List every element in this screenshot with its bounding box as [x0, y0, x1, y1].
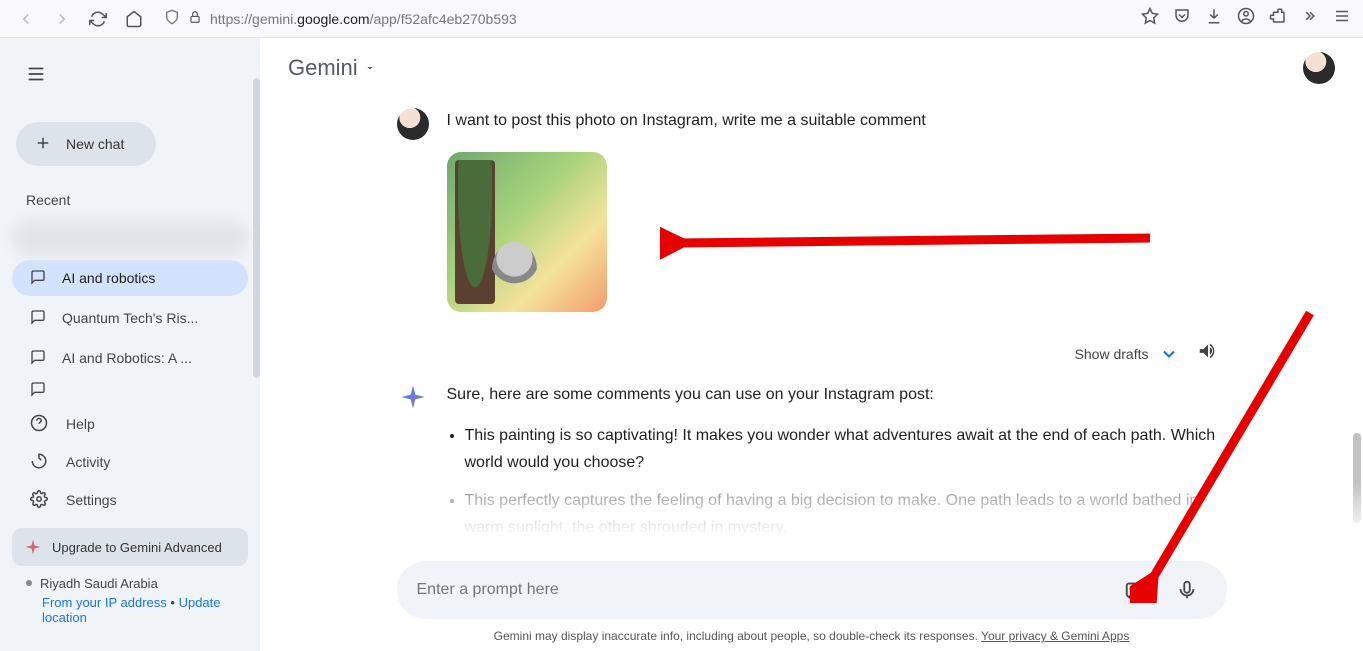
chat-item-active[interactable]: AI and robotics: [12, 260, 248, 296]
main-content: Gemini I want to post this photo on Inst…: [260, 38, 1363, 651]
location-dot-icon: [26, 580, 32, 586]
app-name-label: Gemini: [288, 55, 358, 81]
chevron-down-icon: [1159, 344, 1179, 364]
speaker-icon[interactable]: [1197, 340, 1219, 367]
chat-item-label: AI and Robotics: A ...: [62, 350, 192, 366]
new-chat-button[interactable]: New chat: [16, 122, 156, 166]
gemini-advanced-icon: [24, 538, 42, 556]
reload-button[interactable]: [84, 5, 112, 33]
pocket-icon[interactable]: [1173, 7, 1191, 30]
microphone-button[interactable]: [1167, 570, 1207, 610]
ai-intro-text: Sure, here are some comments you can use…: [447, 381, 1227, 408]
new-chat-label: New chat: [66, 136, 124, 152]
chat-icon: [30, 381, 46, 400]
recent-heading: Recent: [26, 192, 234, 208]
ai-message-content: Sure, here are some comments you can use…: [447, 381, 1227, 551]
chat-icon: [30, 269, 46, 288]
chevron-down-icon: [364, 62, 376, 74]
upload-image-button[interactable]: [1115, 570, 1155, 610]
back-button[interactable]: [12, 5, 40, 33]
chat-item-label: Quantum Tech's Ris...: [62, 310, 198, 326]
sidebar-menu-toggle[interactable]: [16, 54, 56, 94]
ai-bullet: This perfectly captures the feeling of h…: [465, 487, 1227, 541]
shield-icon: [164, 9, 180, 28]
privacy-link[interactable]: Your privacy & Gemini Apps: [981, 629, 1129, 643]
location-info: Riyadh Saudi Arabia From your IP address…: [26, 576, 234, 625]
show-drafts-button[interactable]: Show drafts: [1075, 344, 1179, 364]
browser-toolbar: https://gemini.google.com/app/f52afc4eb2…: [0, 0, 1363, 38]
upgrade-label: Upgrade to Gemini Advanced: [52, 540, 222, 555]
user-message-avatar: [397, 108, 429, 140]
address-bar[interactable]: https://gemini.google.com/app/f52afc4eb2…: [156, 9, 1133, 28]
attached-image[interactable]: [447, 152, 607, 312]
user-message-row: I want to post this photo on Instagram, …: [397, 108, 1227, 140]
lock-icon: [188, 10, 202, 27]
location-city: Riyadh Saudi Arabia: [40, 576, 158, 591]
bookmark-star-icon[interactable]: [1141, 7, 1159, 30]
plus-icon: [34, 134, 52, 155]
account-icon[interactable]: [1237, 7, 1255, 30]
chat-item[interactable]: AI and Robotics: A ...: [12, 340, 248, 376]
app-name-dropdown[interactable]: Gemini: [288, 55, 376, 81]
upgrade-button[interactable]: Upgrade to Gemini Advanced: [12, 528, 248, 566]
menu-icon[interactable]: [1333, 7, 1351, 30]
user-avatar[interactable]: [1303, 52, 1335, 84]
show-drafts-label: Show drafts: [1075, 346, 1149, 362]
gear-icon: [30, 490, 48, 511]
overflow-icon[interactable]: [1301, 7, 1319, 30]
activity-icon: [30, 452, 48, 473]
url-text: https://gemini.google.com/app/f52afc4eb2…: [210, 11, 517, 27]
user-message-text: I want to post this photo on Instagram, …: [447, 108, 926, 140]
settings-link[interactable]: Settings: [12, 482, 248, 518]
chat-item[interactable]: Quantum Tech's Ris...: [12, 300, 248, 336]
sidebar: New chat Recent AI and robotics Quantum …: [0, 38, 260, 651]
app-header: Gemini: [260, 38, 1363, 98]
ai-bullet: This painting is so captivating! It make…: [465, 422, 1227, 476]
help-label: Help: [66, 416, 95, 432]
prompt-input-container: [397, 561, 1227, 619]
chat-item-label: AI and robotics: [62, 270, 155, 286]
activity-link[interactable]: Activity: [12, 444, 248, 480]
ai-response-row: Sure, here are some comments you can use…: [397, 381, 1227, 551]
help-icon: [30, 414, 48, 435]
chat-item[interactable]: [12, 380, 248, 400]
help-link[interactable]: Help: [12, 406, 248, 442]
extensions-icon[interactable]: [1269, 7, 1287, 30]
chat-icon: [30, 309, 46, 328]
forward-button[interactable]: [48, 5, 76, 33]
disclaimer-text: Gemini may display inaccurate info, incl…: [288, 629, 1335, 643]
downloads-icon[interactable]: [1205, 7, 1223, 30]
activity-label: Activity: [66, 454, 110, 470]
chat-icon: [30, 349, 46, 368]
sidebar-scrollbar[interactable]: [253, 78, 260, 378]
home-button[interactable]: [120, 5, 148, 33]
chat-item[interactable]: [12, 220, 248, 256]
gemini-spark-icon: [397, 381, 429, 413]
prompt-input[interactable]: [417, 581, 1103, 599]
settings-label: Settings: [66, 492, 117, 508]
ip-address-link[interactable]: From your IP address: [42, 595, 167, 610]
